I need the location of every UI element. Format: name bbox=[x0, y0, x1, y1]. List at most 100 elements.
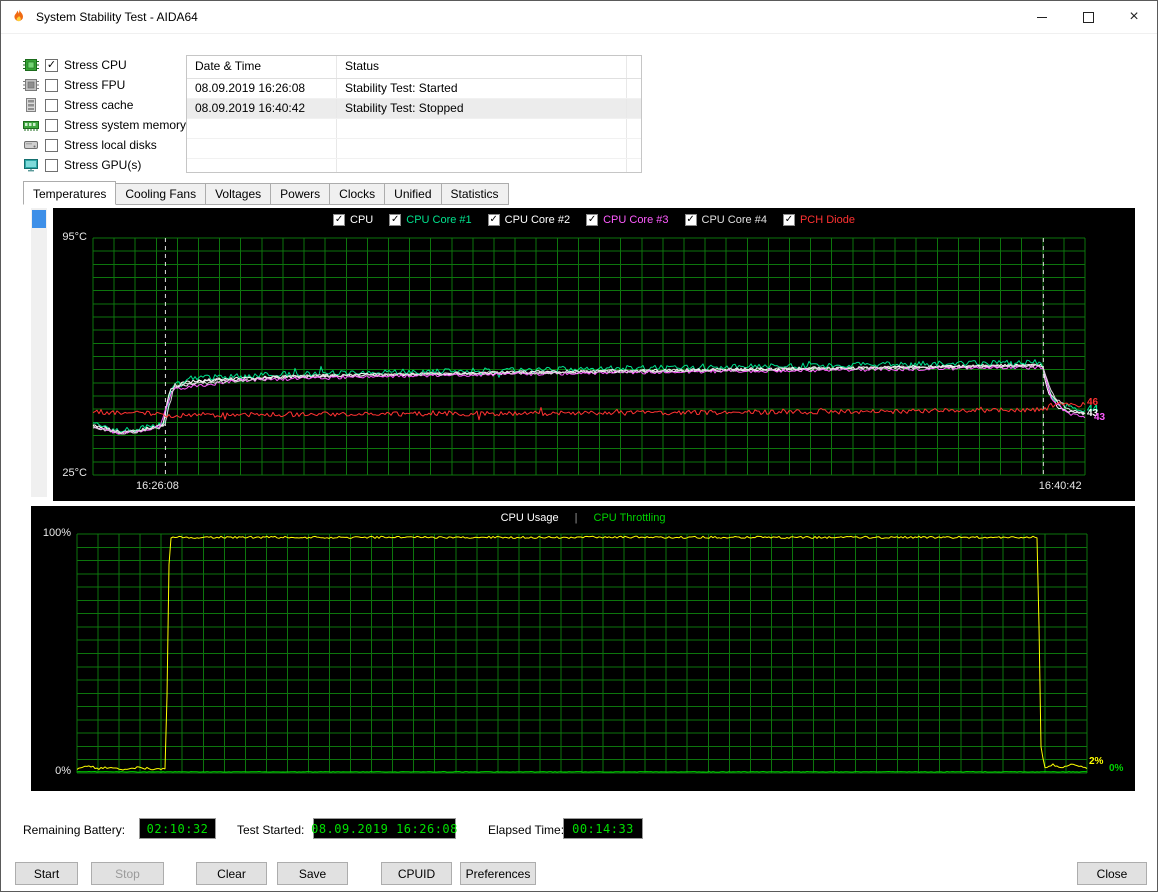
legend-checkbox-cpu-core-4[interactable] bbox=[685, 214, 697, 226]
log-row[interactable] bbox=[187, 139, 641, 159]
window-title: System Stability Test - AIDA64 bbox=[36, 10, 198, 24]
legend-item-cpu-core-4[interactable]: CPU Core #4 bbox=[685, 214, 767, 226]
stress-option-label: Stress local disks bbox=[64, 138, 157, 152]
preferences-button[interactable]: Preferences bbox=[460, 862, 536, 885]
log-cell-datetime bbox=[187, 139, 337, 158]
remaining-battery-value: 02:10:32 bbox=[139, 818, 216, 839]
log-cell-datetime: 08.09.2019 16:26:08 bbox=[187, 79, 337, 98]
legend-checkbox-cpu[interactable] bbox=[333, 214, 345, 226]
legend-item-cpu-throttling[interactable]: CPU Throttling bbox=[594, 512, 666, 524]
cpu-usage-current-value: 0% bbox=[1109, 763, 1123, 774]
clear-button[interactable]: Clear bbox=[196, 862, 267, 885]
legend-label: CPU Core #1 bbox=[406, 214, 471, 226]
elapsed-time-label: Elapsed Time: bbox=[488, 823, 564, 837]
legend-item-cpu-core-1[interactable]: CPU Core #1 bbox=[389, 214, 471, 226]
temperatures-x-label-0: 16:26:08 bbox=[136, 480, 179, 492]
minimize-icon bbox=[1037, 17, 1047, 18]
tab-powers[interactable]: Powers bbox=[271, 183, 330, 205]
log-row[interactable] bbox=[187, 119, 641, 139]
stop-button[interactable]: Stop bbox=[91, 862, 164, 885]
stress-option-label: Stress GPU(s) bbox=[64, 158, 141, 172]
stress-option-label: Stress FPU bbox=[64, 78, 125, 92]
start-button[interactable]: Start bbox=[15, 862, 78, 885]
legend-checkbox-cpu-core-1[interactable] bbox=[389, 214, 401, 226]
elapsed-time-value: 00:14:33 bbox=[563, 818, 643, 839]
stress-option-stress-cache-checkbox[interactable] bbox=[45, 99, 58, 112]
disk-icon bbox=[23, 138, 39, 152]
log-row[interactable]: 08.09.2019 16:26:08Stability Test: Start… bbox=[187, 79, 641, 99]
log-cell-status: Stability Test: Started bbox=[337, 79, 627, 98]
cpu-usage-plot-area: 100%0%2%0% bbox=[31, 530, 1135, 791]
legend-label: PCH Diode bbox=[800, 214, 855, 226]
gpu-icon bbox=[23, 158, 39, 172]
save-button[interactable]: Save bbox=[277, 862, 348, 885]
log-row[interactable]: 08.09.2019 16:40:42Stability Test: Stopp… bbox=[187, 99, 641, 119]
legend-label: CPU Core #3 bbox=[603, 214, 668, 226]
legend-item-cpu-usage[interactable]: CPU Usage bbox=[501, 512, 559, 524]
minimize-button[interactable] bbox=[1019, 1, 1065, 33]
legend-item-cpu-core-2[interactable]: CPU Core #2 bbox=[488, 214, 570, 226]
stress-option-stress-system-memory-checkbox[interactable] bbox=[45, 119, 58, 132]
cpu-usage-chart: CPU Usage|CPU Throttling 100%0%2%0% bbox=[31, 506, 1135, 791]
tab-voltages[interactable]: Voltages bbox=[206, 183, 271, 205]
tab-clocks[interactable]: Clocks bbox=[330, 183, 385, 205]
cpu-icon bbox=[23, 58, 39, 72]
legend-item-pch-diode[interactable]: PCH Diode bbox=[783, 214, 855, 226]
series-cpu-core-3-line bbox=[93, 366, 1085, 434]
stress-option-stress-local-disks-checkbox[interactable] bbox=[45, 139, 58, 152]
temperatures-plot-svg bbox=[53, 232, 1135, 501]
test-started-label: Test Started: bbox=[237, 823, 304, 837]
legend-separator: | bbox=[575, 512, 578, 524]
temperatures-y-min-label: 25°C bbox=[53, 467, 87, 479]
cache-icon bbox=[23, 98, 39, 112]
series-cpu-core-4-line bbox=[93, 365, 1085, 434]
temperatures-y-max-label: 95°C bbox=[53, 231, 87, 243]
fpu-icon bbox=[23, 78, 39, 92]
tab-statistics[interactable]: Statistics bbox=[442, 183, 509, 205]
log-column-header-extra[interactable] bbox=[627, 56, 641, 78]
tab-unified[interactable]: Unified bbox=[385, 183, 441, 205]
log-cell-datetime bbox=[187, 119, 337, 138]
log-cell-extra bbox=[627, 79, 641, 98]
stress-option-stress-fpu-checkbox[interactable] bbox=[45, 79, 58, 92]
legend-item-cpu[interactable]: CPU bbox=[333, 214, 373, 226]
cpu-usage-current-value: 2% bbox=[1089, 756, 1103, 767]
log-column-header-status[interactable]: Status bbox=[337, 56, 627, 78]
close-button[interactable]: Close bbox=[1077, 862, 1147, 885]
stress-option-stress-gpu-s: Stress GPU(s) bbox=[23, 155, 195, 175]
legend-checkbox-cpu-core-2[interactable] bbox=[488, 214, 500, 226]
legend-label: CPU Core #2 bbox=[505, 214, 570, 226]
app-window: System Stability Test - AIDA64 × Stress … bbox=[0, 0, 1158, 892]
close-window-button[interactable]: × bbox=[1111, 1, 1157, 33]
maximize-button[interactable] bbox=[1065, 1, 1111, 33]
event-log-header: Date & TimeStatus bbox=[187, 56, 641, 79]
log-cell-status: Stability Test: Stopped bbox=[337, 99, 627, 118]
stress-option-stress-gpu-s-checkbox[interactable] bbox=[45, 159, 58, 172]
tab-temperatures[interactable]: Temperatures bbox=[23, 181, 116, 205]
remaining-battery-label: Remaining Battery: bbox=[23, 823, 125, 837]
log-cell-extra bbox=[627, 99, 641, 118]
legend-label: CPU Core #4 bbox=[702, 214, 767, 226]
stress-option-stress-cpu-checkbox[interactable] bbox=[45, 59, 58, 72]
temperatures-x-label-1: 16:40:42 bbox=[1039, 480, 1082, 492]
legend-checkbox-cpu-core-3[interactable] bbox=[586, 214, 598, 226]
event-log-body: 08.09.2019 16:26:08Stability Test: Start… bbox=[187, 79, 641, 173]
legend-item-cpu-core-3[interactable]: CPU Core #3 bbox=[586, 214, 668, 226]
legend-checkbox-pch-diode[interactable] bbox=[783, 214, 795, 226]
log-row[interactable] bbox=[187, 159, 641, 173]
stress-option-label: Stress system memory bbox=[64, 118, 186, 132]
cpu-usage-plot-svg bbox=[31, 530, 1135, 791]
maximize-icon bbox=[1083, 12, 1094, 23]
legend-label: CPU bbox=[350, 214, 373, 226]
chart-scrollbar-thumb[interactable] bbox=[32, 210, 46, 228]
tab-cooling-fans[interactable]: Cooling Fans bbox=[116, 183, 206, 205]
temperature-chart-legend: CPU CPU Core #1 CPU Core #2 CPU Core #3 CPU … bbox=[53, 208, 1135, 232]
stress-option-stress-cpu: Stress CPU bbox=[23, 55, 195, 75]
log-cell-status bbox=[337, 159, 627, 173]
stress-option-stress-cache: Stress cache bbox=[23, 95, 195, 115]
chart-scrollbar[interactable] bbox=[31, 208, 47, 497]
cpuid-button[interactable]: CPUID bbox=[381, 862, 452, 885]
log-cell-extra bbox=[627, 119, 641, 138]
log-column-header-date-time[interactable]: Date & Time bbox=[187, 56, 337, 78]
series-pch-diode-line bbox=[93, 402, 1085, 420]
